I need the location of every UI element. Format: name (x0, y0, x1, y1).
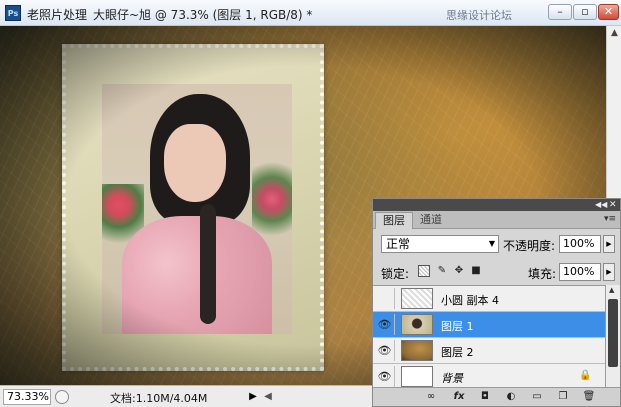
panel-menu-icon[interactable]: ▾≡ (604, 214, 616, 224)
scroll-up-icon[interactable]: ▲ (609, 286, 614, 294)
close-button[interactable]: ✕ (598, 4, 619, 20)
layer-name: 图层 2 (441, 346, 474, 359)
maximize-button[interactable]: ▫ (573, 4, 597, 20)
layer-row[interactable]: 👁 图层 2 (373, 338, 605, 364)
layer-row[interactable]: 小圆 副本 4 (373, 286, 605, 312)
lock-pixels-icon[interactable]: ✎ (436, 265, 448, 277)
layer-thumbnail (401, 288, 433, 309)
tab-layers[interactable]: 图层 (375, 212, 413, 229)
layers-list: 小圆 副本 4 👁 图层 1 👁 图层 2 👁 背景 🔒 (373, 285, 605, 387)
layer-name: 图层 1 (441, 320, 474, 333)
lock-transparent-icon[interactable] (418, 265, 430, 277)
chevron-down-icon: ▼ (488, 239, 495, 248)
panel-header: ◀◀ ✕ (373, 199, 620, 211)
status-icon[interactable] (55, 390, 69, 404)
eye-icon[interactable]: 👁 (375, 366, 395, 387)
scroll-up-icon[interactable]: ▲ (609, 28, 620, 39)
document-info: 文档:1.10M/4.04M (110, 392, 208, 405)
layer-name: 小圆 副本 4 (441, 294, 499, 307)
title-bar: Ps 老照片处理 大眼仔~旭 @ 73.3% (图层 1, RGB/8) * 思… (0, 0, 621, 26)
blend-mode-select[interactable]: 正常 ▼ (381, 235, 499, 253)
lock-position-icon[interactable]: ✥ (453, 265, 465, 277)
adjustment-icon[interactable]: ◐ (503, 390, 519, 404)
panel-footer: ∞ fx ◘ ◐ ▭ ❐ 🗑 (373, 387, 620, 406)
mask-icon[interactable]: ◘ (477, 390, 493, 404)
lock-all-icon[interactable]: ■ (470, 265, 482, 277)
layer-name: 背景 (441, 372, 463, 385)
opacity-field[interactable]: 100% (559, 235, 601, 253)
link-icon[interactable]: ∞ (423, 390, 439, 404)
document-title: 大眼仔~旭 @ 73.3% (图层 1, RGB/8) * (93, 8, 313, 22)
photoshop-icon: Ps (5, 5, 21, 21)
lock-icon: 🔒 (579, 370, 592, 381)
watermark-text: 思缘设计论坛 (446, 9, 512, 22)
panel-close-icon[interactable]: ✕ (609, 199, 617, 211)
new-layer-icon[interactable]: ❐ (555, 390, 571, 404)
eye-icon[interactable]: 👁 (375, 340, 395, 361)
layers-scrollbar[interactable]: ▲ (605, 285, 620, 387)
layer-row-selected[interactable]: 👁 图层 1 (373, 312, 605, 338)
lock-label: 锁定: (381, 267, 410, 281)
fill-slider-button[interactable]: ▶ (603, 263, 615, 281)
opacity-label: 不透明度: (503, 239, 556, 253)
status-bar: 73.33% 文档:1.10M/4.04M ▶ ◀ (0, 385, 372, 407)
layer-thumbnail (401, 366, 433, 387)
trash-icon[interactable]: 🗑 (581, 390, 597, 404)
layer-row[interactable]: 👁 背景 🔒 (373, 364, 605, 387)
fx-icon[interactable]: fx (451, 390, 467, 404)
layer-thumbnail (401, 340, 433, 361)
zoom-field[interactable]: 73.33% (3, 389, 51, 405)
fill-field[interactable]: 100% (559, 263, 601, 281)
minimize-button[interactable]: – (548, 4, 572, 20)
tab-channels[interactable]: 通道 (413, 212, 449, 229)
group-icon[interactable]: ▭ (529, 390, 545, 404)
fill-label: 填充: (528, 267, 557, 281)
opacity-slider-button[interactable]: ▶ (603, 235, 615, 253)
layers-panel: ◀◀ ✕ 图层 通道 ▾≡ 正常 ▼ 不透明度: 100% ▶ 锁定: ✎ ✥ … (372, 198, 621, 407)
app-title: 老照片处理 (27, 8, 88, 22)
eye-icon[interactable]: 👁 (375, 314, 395, 335)
scroll-left-icon[interactable]: ◀ (262, 389, 274, 405)
blend-mode-value: 正常 (386, 237, 411, 251)
visibility-toggle-empty[interactable] (375, 288, 395, 309)
layer-thumbnail (401, 314, 433, 335)
collapse-icon[interactable]: ◀◀ (595, 199, 607, 211)
status-menu-arrow-icon[interactable]: ▶ (247, 389, 259, 405)
scrollbar-thumb[interactable] (608, 299, 618, 367)
panel-tabs: 图层 通道 ▾≡ (373, 211, 620, 229)
